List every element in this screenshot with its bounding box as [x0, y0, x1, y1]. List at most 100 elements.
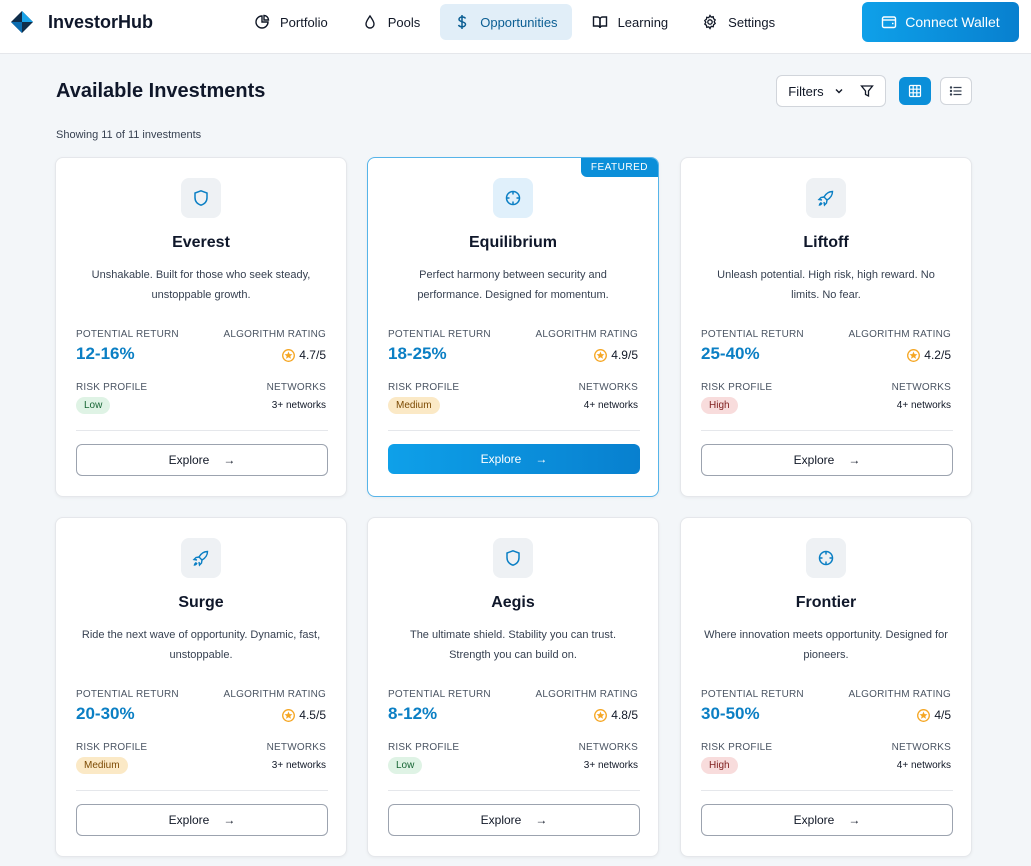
card-title: Everest: [172, 234, 230, 251]
algorithm-rating: 4.7/5: [282, 348, 326, 362]
card-title: Surge: [178, 594, 224, 611]
explore-label: Explore: [793, 813, 835, 827]
algorithm-rating: 4.9/5: [594, 348, 638, 362]
dollar-icon: [454, 14, 470, 30]
logo-diamond-icon: [11, 11, 33, 33]
rating-value: 4.5/5: [299, 708, 326, 722]
explore-button[interactable]: Explore →: [388, 804, 640, 836]
potential-return-value: 8-12%: [388, 704, 438, 723]
investment-card-frontier: Frontier Where innovation meets opportun…: [680, 517, 972, 857]
book-icon: [592, 14, 608, 30]
card-divider: [76, 790, 328, 791]
potential-return-label: POTENTIAL RETURN: [76, 689, 179, 700]
nav-item-learning[interactable]: Learning: [578, 4, 683, 40]
networks-value: 4+ networks: [896, 400, 951, 411]
networks-label: NETWORKS: [891, 742, 951, 753]
algorithm-rating: 4.2/5: [907, 348, 951, 362]
rating-star-icon: [282, 708, 296, 722]
potential-return-value: 12-16%: [76, 344, 135, 363]
networks-value: 4+ networks: [896, 760, 951, 771]
explore-button[interactable]: Explore →: [388, 444, 640, 474]
droplet-icon: [362, 14, 378, 30]
nav-item-pools[interactable]: Pools: [348, 4, 435, 40]
crosshair-icon: [818, 550, 834, 566]
nav-label: Portfolio: [280, 14, 328, 30]
risk-profile-label: RISK PROFILE: [388, 742, 460, 753]
rating-star-icon: [917, 708, 931, 722]
card-title: Frontier: [795, 594, 857, 611]
nav-label: Opportunities: [480, 14, 558, 30]
networks-label: NETWORKS: [578, 382, 638, 393]
nav-label: Learning: [617, 14, 669, 30]
explore-button[interactable]: Explore →: [76, 804, 328, 836]
algorithm-rating-label: ALGORITHM RATING: [848, 689, 951, 700]
investment-card-aegis: Aegis The ultimate shield. Stability you…: [367, 517, 659, 857]
card-title: Equilibrium: [469, 234, 557, 251]
card-title: Aegis: [491, 594, 535, 611]
investment-card-surge: Surge Ride the next wave of opportunity.…: [55, 517, 347, 857]
rocket-icon: [192, 550, 209, 567]
card-description: Perfect harmony between security and per…: [417, 269, 609, 301]
explore-label: Explore: [480, 813, 522, 827]
risk-badge: High: [701, 757, 738, 774]
risk-profile-label: RISK PROFILE: [76, 742, 148, 753]
rating-value: 4/5: [934, 708, 951, 722]
networks-label: NETWORKS: [891, 382, 951, 393]
explore-button[interactable]: Explore →: [76, 444, 328, 476]
nav-item-settings[interactable]: Settings: [688, 4, 789, 40]
potential-return-value: 18-25%: [388, 344, 447, 363]
card-description: Where innovation meets opportunity. Desi…: [704, 629, 948, 661]
networks-value: 3+ networks: [583, 760, 638, 771]
page-title: Available Investments: [56, 80, 266, 102]
explore-label: Explore: [168, 453, 210, 467]
shield-icon: [194, 190, 208, 206]
algorithm-rating-label: ALGORITHM RATING: [535, 689, 638, 700]
networks-value: 4+ networks: [583, 400, 638, 411]
explore-label: Explore: [480, 452, 522, 466]
connect-wallet-button[interactable]: Connect Wallet: [862, 2, 1019, 42]
card-icon-container: [806, 178, 846, 218]
list-view-button[interactable]: [940, 77, 972, 105]
rating-star-icon: [594, 708, 608, 722]
card-divider: [388, 430, 640, 431]
rating-star-icon: [282, 348, 296, 362]
rating-value: 4.2/5: [924, 348, 951, 362]
main-nav: Portfolio Pools Opportunities Learning S…: [240, 4, 795, 40]
arrow-right-icon: →: [848, 453, 861, 467]
pie-chart-icon: [254, 14, 270, 30]
arrow-right-icon: →: [535, 452, 548, 466]
algorithm-rating: 4.8/5: [594, 708, 638, 722]
explore-button[interactable]: Explore →: [701, 804, 953, 836]
card-icon-container: [181, 538, 221, 578]
card-icon-container: [493, 178, 533, 218]
shield-icon: [506, 550, 520, 566]
nav-item-portfolio[interactable]: Portfolio: [240, 4, 342, 40]
investment-card-liftoff: Liftoff Unleash potential. High risk, hi…: [680, 157, 972, 497]
networks-value: 3+ networks: [271, 400, 326, 411]
networks-value: 3+ networks: [271, 760, 326, 771]
rocket-icon: [817, 190, 834, 207]
networks-label: NETWORKS: [266, 742, 326, 753]
card-icon-container: [181, 178, 221, 218]
filters-button[interactable]: Filters: [776, 75, 886, 107]
list-icon: [949, 86, 962, 96]
card-divider: [76, 430, 328, 431]
card-title: Liftoff: [803, 234, 849, 251]
risk-profile-label: RISK PROFILE: [76, 382, 148, 393]
potential-return-label: POTENTIAL RETURN: [701, 689, 804, 700]
card-icon-container: [806, 538, 846, 578]
rating-star-icon: [907, 348, 921, 362]
grid-view-button[interactable]: [899, 77, 931, 105]
rating-value: 4.7/5: [299, 348, 326, 362]
explore-label: Explore: [168, 813, 210, 827]
investment-card-everest: Everest Unshakable. Built for those who …: [55, 157, 347, 497]
investment-card-equilibrium: FEATURED Equilibrium Perfect harmony bet…: [367, 157, 659, 497]
logo[interactable]: InvestorHub: [10, 10, 153, 34]
potential-return-label: POTENTIAL RETURN: [388, 689, 491, 700]
networks-label: NETWORKS: [578, 742, 638, 753]
nav-label: Pools: [387, 14, 421, 30]
card-description: Unleash potential. High risk, high rewar…: [717, 269, 935, 301]
explore-button[interactable]: Explore →: [701, 444, 953, 476]
networks-label: NETWORKS: [266, 382, 326, 393]
nav-item-opportunities[interactable]: Opportunities: [440, 4, 572, 40]
